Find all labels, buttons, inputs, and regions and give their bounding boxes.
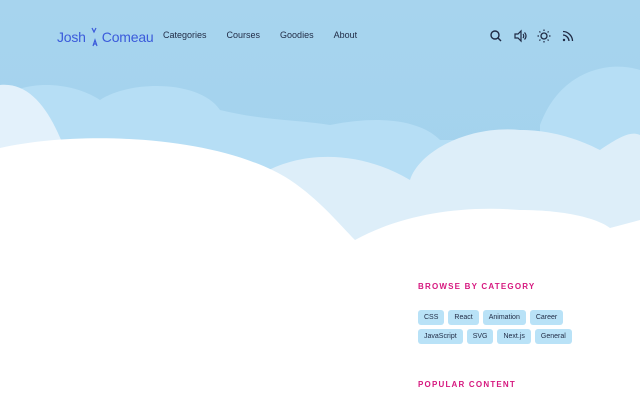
- logo-first-name: Josh: [57, 29, 86, 45]
- main-nav: Categories Courses Goodies About: [163, 30, 377, 40]
- rss-icon[interactable]: [560, 28, 576, 44]
- category-tag-animation[interactable]: Animation: [482, 310, 526, 325]
- nav-courses[interactable]: Courses: [227, 30, 261, 40]
- site-header: Josh Comeau Categories Courses Goodies A…: [0, 0, 640, 72]
- nav-categories[interactable]: Categories: [163, 30, 207, 40]
- volume-icon[interactable]: [512, 28, 528, 44]
- sun-icon[interactable]: [536, 28, 552, 44]
- nav-about[interactable]: About: [334, 30, 358, 40]
- category-tag-career[interactable]: Career: [529, 310, 564, 325]
- category-tag-general[interactable]: General: [534, 329, 572, 344]
- search-icon[interactable]: [488, 28, 504, 44]
- category-tag-javascript[interactable]: JavaScript: [418, 329, 463, 344]
- category-tag-react[interactable]: React: [448, 310, 479, 325]
- category-tag-nextjs[interactable]: Next.js: [497, 329, 531, 344]
- category-tag-svg[interactable]: SVG: [466, 329, 494, 344]
- popular-content-heading: Popular Content: [418, 380, 516, 389]
- sidebar: Browse by Category CSS React Animation C…: [418, 282, 608, 348]
- header-actions: [488, 28, 584, 44]
- category-tag-css[interactable]: CSS: [418, 310, 445, 325]
- browse-category-heading: Browse by Category: [418, 282, 536, 291]
- nav-goodies[interactable]: Goodies: [280, 30, 314, 40]
- category-tags: CSS React Animation Career JavaScript SV…: [418, 310, 588, 348]
- logo-last-name: Comeau: [101, 29, 154, 45]
- logo-mark-icon: [91, 27, 98, 47]
- site-logo[interactable]: Josh Comeau: [57, 26, 154, 48]
